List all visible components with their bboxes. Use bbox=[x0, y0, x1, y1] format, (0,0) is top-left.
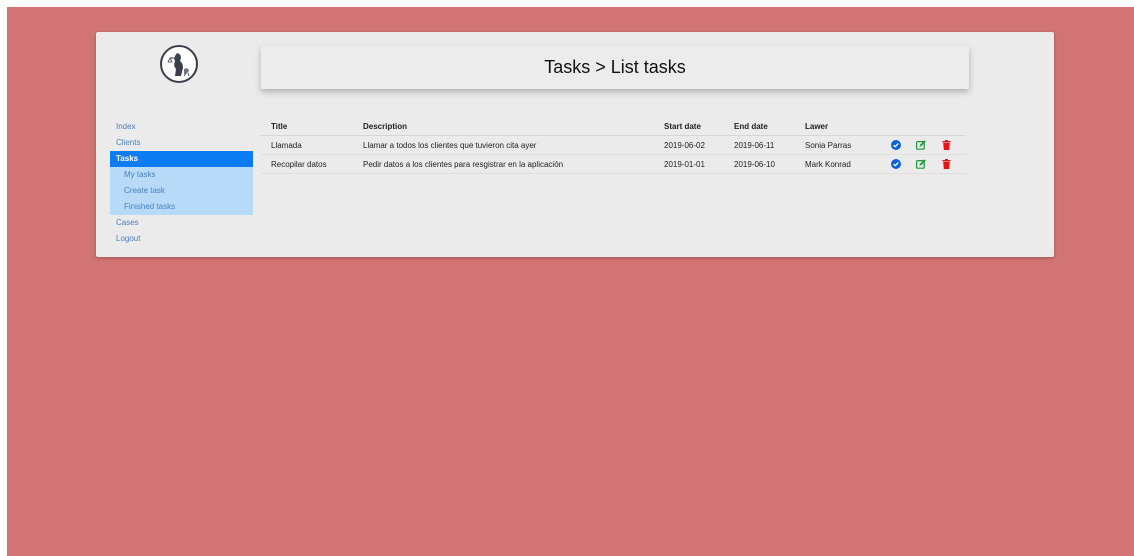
task-description: Pedir datos a los clientes para resgistr… bbox=[353, 154, 654, 174]
column-header-start-date: Start date bbox=[654, 117, 724, 136]
task-actions bbox=[878, 135, 966, 155]
task-title: Llamada bbox=[261, 135, 353, 155]
task-end-date: 2019-06-11 bbox=[724, 135, 795, 155]
edit-icon[interactable] bbox=[915, 139, 927, 151]
task-title: Recopilar datos bbox=[261, 154, 353, 174]
sidebar-item-finished-tasks[interactable]: Finished tasks bbox=[110, 199, 253, 215]
sidebar-item-my-tasks[interactable]: My tasks bbox=[110, 167, 253, 183]
sidebar-item-logout[interactable]: Logout bbox=[110, 231, 253, 247]
task-lawer: Mark Konrad bbox=[795, 154, 878, 174]
sidebar: Index Clients Tasks My tasks Create task… bbox=[110, 119, 253, 247]
sidebar-item-tasks[interactable]: Tasks bbox=[110, 151, 253, 167]
task-lawer: Sonia Parras bbox=[795, 135, 878, 155]
column-header-title: Title bbox=[261, 117, 353, 136]
trash-icon[interactable] bbox=[940, 158, 952, 170]
sidebar-item-clients[interactable]: Clients bbox=[110, 135, 253, 151]
page-background: Tasks > List tasks Index Clients Tasks M… bbox=[7, 7, 1134, 556]
task-actions bbox=[878, 154, 966, 174]
table-row: Llamada Llamar a todos los clientes que … bbox=[261, 135, 966, 155]
tasks-submenu: My tasks Create task Finished tasks bbox=[110, 167, 253, 215]
main-card: Tasks > List tasks Index Clients Tasks M… bbox=[96, 32, 1054, 257]
edit-icon[interactable] bbox=[915, 158, 927, 170]
column-header-description: Description bbox=[353, 117, 654, 136]
table-header-row: Title Description Start date End date La… bbox=[261, 117, 966, 136]
sidebar-item-cases[interactable]: Cases bbox=[110, 215, 253, 231]
column-header-end-date: End date bbox=[724, 117, 795, 136]
column-header-lawer: Lawer bbox=[795, 117, 878, 136]
sidebar-item-create-task[interactable]: Create task bbox=[110, 183, 253, 199]
table-row: Recopilar datos Pedir datos a los client… bbox=[261, 154, 966, 174]
page-title: Tasks > List tasks bbox=[544, 57, 686, 77]
check-circle-icon[interactable] bbox=[890, 158, 902, 170]
task-description: Llamar a todos los clientes que tuvieron… bbox=[353, 135, 654, 155]
check-circle-icon[interactable] bbox=[890, 139, 902, 151]
task-start-date: 2019-01-01 bbox=[654, 154, 724, 174]
task-end-date: 2019-06-10 bbox=[724, 154, 795, 174]
tasks-table: Title Description Start date End date La… bbox=[261, 117, 966, 174]
task-start-date: 2019-06-02 bbox=[654, 135, 724, 155]
logo-justice-icon bbox=[160, 45, 198, 83]
sidebar-item-index[interactable]: Index bbox=[110, 119, 253, 135]
column-header-actions bbox=[878, 117, 966, 136]
page-header: Tasks > List tasks bbox=[261, 46, 969, 89]
trash-icon[interactable] bbox=[940, 139, 952, 151]
